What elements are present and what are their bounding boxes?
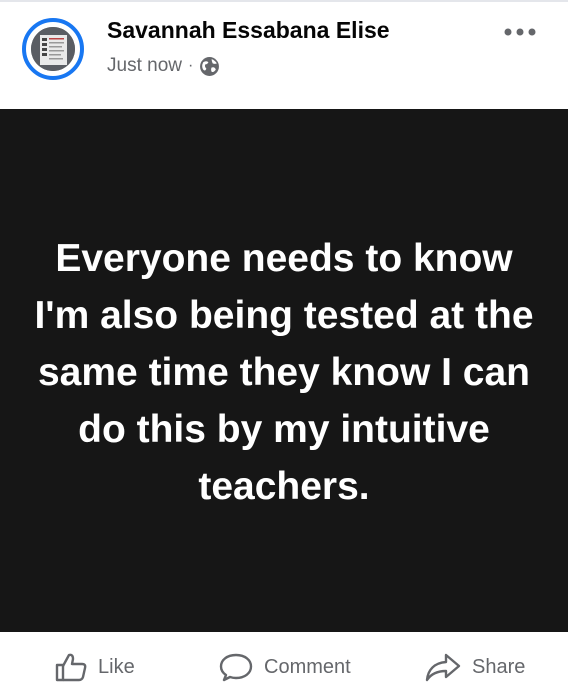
post-content: Everyone needs to know I'm also being te… [0, 109, 568, 632]
post-header: Savannah Essabana Elise Just now · [0, 0, 568, 108]
post-meta: Just now · [107, 53, 220, 79]
like-button[interactable]: Like [54, 652, 135, 682]
author-name[interactable]: Savannah Essabana Elise [107, 17, 390, 44]
post-text: Everyone needs to know I'm also being te… [34, 237, 534, 508]
timestamp[interactable]: Just now [107, 55, 182, 77]
meta-separator: · [187, 57, 194, 74]
comment-label: Comment [264, 655, 351, 678]
comment-icon [218, 652, 254, 682]
post-actions: Like Comment Share [0, 632, 568, 682]
more-options-icon[interactable] [500, 20, 540, 44]
globe-icon [199, 56, 220, 77]
thumbs-up-icon [54, 652, 88, 682]
share-button[interactable]: Share [424, 652, 525, 682]
comment-button[interactable]: Comment [218, 652, 351, 682]
like-label: Like [98, 655, 135, 678]
share-icon [424, 652, 462, 682]
share-label: Share [472, 655, 526, 678]
avatar-image [31, 27, 75, 71]
avatar[interactable] [22, 18, 84, 80]
